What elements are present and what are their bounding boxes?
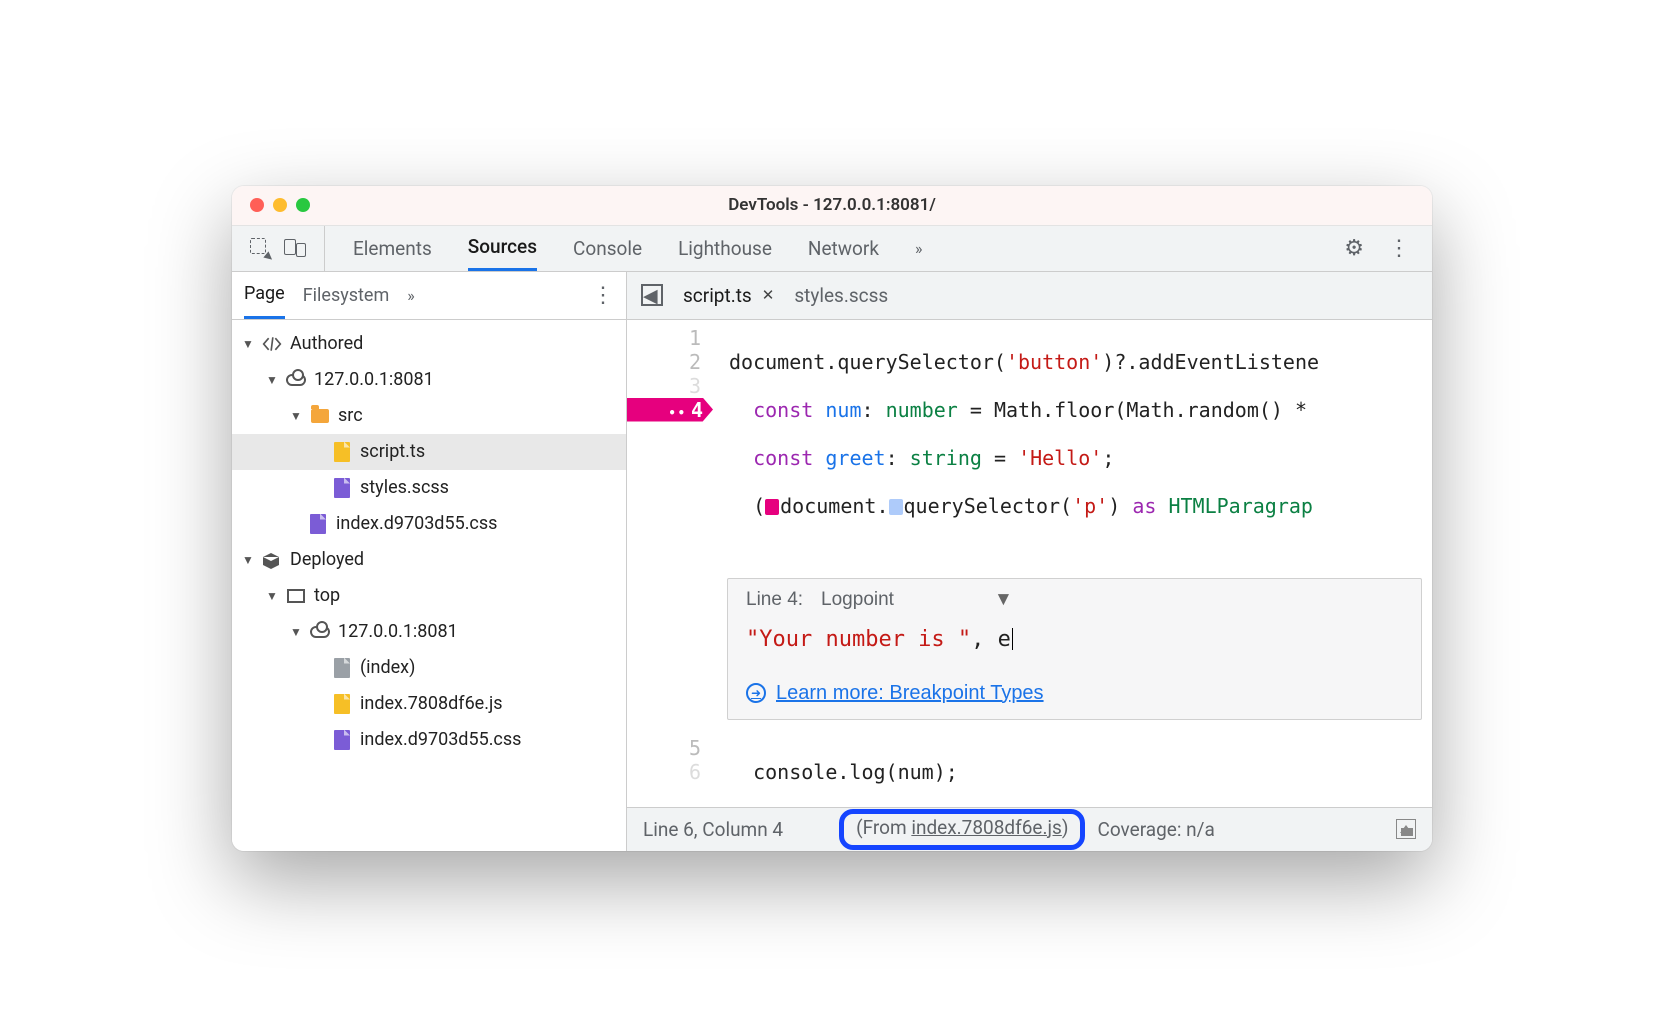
file-icon bbox=[308, 514, 328, 534]
tab-console[interactable]: Console bbox=[573, 226, 642, 271]
tree-label: src bbox=[338, 405, 363, 426]
file-tree: ▼ Authored ▼ 127.0.0.1:8081 ▼ src script… bbox=[232, 320, 626, 851]
tree-top[interactable]: ▼ top bbox=[232, 578, 626, 614]
tree-file-index-css-deployed[interactable]: index.d9703d55.css bbox=[232, 722, 626, 758]
traffic-lights bbox=[250, 198, 310, 212]
tree-host-authored[interactable]: ▼ 127.0.0.1:8081 bbox=[232, 362, 626, 398]
logpoint-expression-input[interactable]: "Your number is ", e bbox=[746, 621, 1403, 682]
logpoint-editor[interactable]: Line 4: Logpoint ▼ "Your number is ", e … bbox=[727, 578, 1422, 720]
folder-icon bbox=[310, 406, 330, 426]
arrow-circle-icon: ➜ bbox=[746, 683, 766, 703]
tree-label: index.7808df6e.js bbox=[360, 693, 503, 714]
tree-authored[interactable]: ▼ Authored bbox=[232, 326, 626, 362]
breakpoint-type-dropdown[interactable]: Logpoint ▼ bbox=[821, 589, 1013, 611]
editor-status-bar: Line 6, Column 4 (From index.7808df6e.js… bbox=[627, 807, 1432, 851]
tab-sources[interactable]: Sources bbox=[468, 226, 537, 271]
learn-more-link[interactable]: ➜ Learn more: Breakpoint Types bbox=[746, 682, 1403, 705]
logpoint-line-label: Line 4: bbox=[746, 589, 803, 611]
main-tab-strip: Elements Sources Console Lighthouse Netw… bbox=[232, 226, 1432, 272]
settings-gear-icon[interactable]: ⚙ bbox=[1344, 236, 1364, 261]
inspector-toggle-group bbox=[232, 226, 325, 271]
device-toolbar-icon[interactable] bbox=[284, 239, 306, 257]
tree-host-deployed[interactable]: ▼ 127.0.0.1:8081 bbox=[232, 614, 626, 650]
panel-body: Page Filesystem » ⋮ ▼ Authored ▼ 127.0.0… bbox=[232, 272, 1432, 851]
inspect-element-icon[interactable] bbox=[250, 238, 270, 258]
tree-label: styles.scss bbox=[360, 477, 449, 498]
sidebar-tab-page[interactable]: Page bbox=[244, 272, 285, 319]
tree-deployed[interactable]: ▼ Deployed bbox=[232, 542, 626, 578]
maximize-window-button[interactable] bbox=[296, 198, 310, 212]
tree-label: script.ts bbox=[360, 441, 425, 462]
tree-label: index.d9703d55.css bbox=[336, 513, 497, 534]
tab-elements[interactable]: Elements bbox=[353, 226, 432, 271]
code-content[interactable]: document.querySelector('button')?.addEve… bbox=[713, 320, 1319, 572]
tree-label: index.d9703d55.css bbox=[360, 729, 521, 750]
window-title: DevTools - 127.0.0.1:8081/ bbox=[728, 195, 936, 215]
sidebar-tabs-overflow-icon[interactable]: » bbox=[407, 286, 415, 305]
breakpoint-inline-icon bbox=[889, 499, 903, 515]
gutter[interactable]: 1 2 3 ••4 bbox=[627, 320, 713, 572]
text-cursor bbox=[1012, 628, 1013, 650]
code-editor[interactable]: 1 2 3 ••4 document.querySelector('button… bbox=[627, 320, 1432, 807]
frame-icon bbox=[286, 586, 306, 606]
chevron-down-icon: ▼ bbox=[994, 589, 1013, 611]
tree-label: (index) bbox=[360, 657, 415, 678]
cursor-position: Line 6, Column 4 bbox=[643, 818, 783, 841]
file-icon bbox=[332, 442, 352, 462]
tree-file-index[interactable]: (index) bbox=[232, 650, 626, 686]
toggle-drawer-icon[interactable] bbox=[1396, 819, 1416, 839]
line-number[interactable]: 1 bbox=[627, 326, 701, 350]
file-icon bbox=[332, 478, 352, 498]
line-number[interactable]: 3 bbox=[627, 374, 701, 398]
tab-lighthouse[interactable]: Lighthouse bbox=[678, 226, 772, 271]
cloud-icon bbox=[286, 370, 306, 390]
tree-label: 127.0.0.1:8081 bbox=[314, 369, 434, 390]
cube-icon bbox=[262, 552, 282, 568]
tree-label: 127.0.0.1:8081 bbox=[338, 621, 458, 642]
editor-tab-script[interactable]: script.ts ✕ bbox=[683, 272, 774, 319]
tab-network[interactable]: Network bbox=[808, 226, 879, 271]
toggle-navigator-icon[interactable]: ◀ bbox=[641, 284, 663, 306]
navigator-sidebar: Page Filesystem » ⋮ ▼ Authored ▼ 127.0.0… bbox=[232, 272, 627, 851]
editor-tab-label: script.ts bbox=[683, 284, 752, 307]
source-map-origin-callout: (From index.7808df6e.js) bbox=[839, 809, 1085, 850]
editor-tab-styles[interactable]: styles.scss bbox=[794, 272, 888, 319]
breakpoint-inline-icon bbox=[765, 499, 779, 515]
tree-file-styles-scss[interactable]: styles.scss bbox=[232, 470, 626, 506]
editor-tab-label: styles.scss bbox=[794, 284, 888, 307]
tree-label: Deployed bbox=[290, 549, 364, 570]
editor-pane: ◀ script.ts ✕ styles.scss 1 2 3 ••4 bbox=[627, 272, 1432, 851]
file-icon bbox=[332, 730, 352, 750]
minimize-window-button[interactable] bbox=[273, 198, 287, 212]
logpoint-marker[interactable]: ••4 bbox=[627, 398, 713, 422]
tree-label: Authored bbox=[290, 333, 363, 354]
main-tabs: Elements Sources Console Lighthouse Netw… bbox=[325, 226, 1322, 271]
more-menu-icon[interactable]: ⋮ bbox=[1388, 236, 1410, 261]
tree-file-index-js[interactable]: index.7808df6e.js bbox=[232, 686, 626, 722]
cloud-icon bbox=[310, 622, 330, 642]
close-tab-icon[interactable]: ✕ bbox=[762, 286, 775, 304]
tabs-overflow-icon[interactable]: » bbox=[915, 239, 923, 258]
coverage-status: Coverage: n/a bbox=[1097, 818, 1214, 841]
editor-tabs: ◀ script.ts ✕ styles.scss bbox=[627, 272, 1432, 320]
tree-folder-src[interactable]: ▼ src bbox=[232, 398, 626, 434]
line-number[interactable]: 6 bbox=[627, 760, 701, 784]
devtools-window: DevTools - 127.0.0.1:8081/ Elements Sour… bbox=[232, 186, 1432, 851]
titlebar: DevTools - 127.0.0.1:8081/ bbox=[232, 186, 1432, 226]
sidebar-tabs: Page Filesystem » ⋮ bbox=[232, 272, 626, 320]
sidebar-more-icon[interactable]: ⋮ bbox=[592, 283, 614, 308]
tree-file-script-ts[interactable]: script.ts bbox=[232, 434, 626, 470]
file-icon bbox=[332, 658, 352, 678]
tree-label: top bbox=[314, 585, 340, 606]
close-window-button[interactable] bbox=[250, 198, 264, 212]
sidebar-tab-filesystem[interactable]: Filesystem bbox=[303, 272, 390, 319]
line-number[interactable]: 5 bbox=[627, 736, 701, 760]
tree-file-index-css[interactable]: index.d9703d55.css bbox=[232, 506, 626, 542]
code-brackets-icon bbox=[262, 334, 282, 354]
line-number[interactable]: 2 bbox=[627, 350, 701, 374]
file-icon bbox=[332, 694, 352, 714]
source-map-link[interactable]: index.7808df6e.js bbox=[911, 816, 1062, 839]
